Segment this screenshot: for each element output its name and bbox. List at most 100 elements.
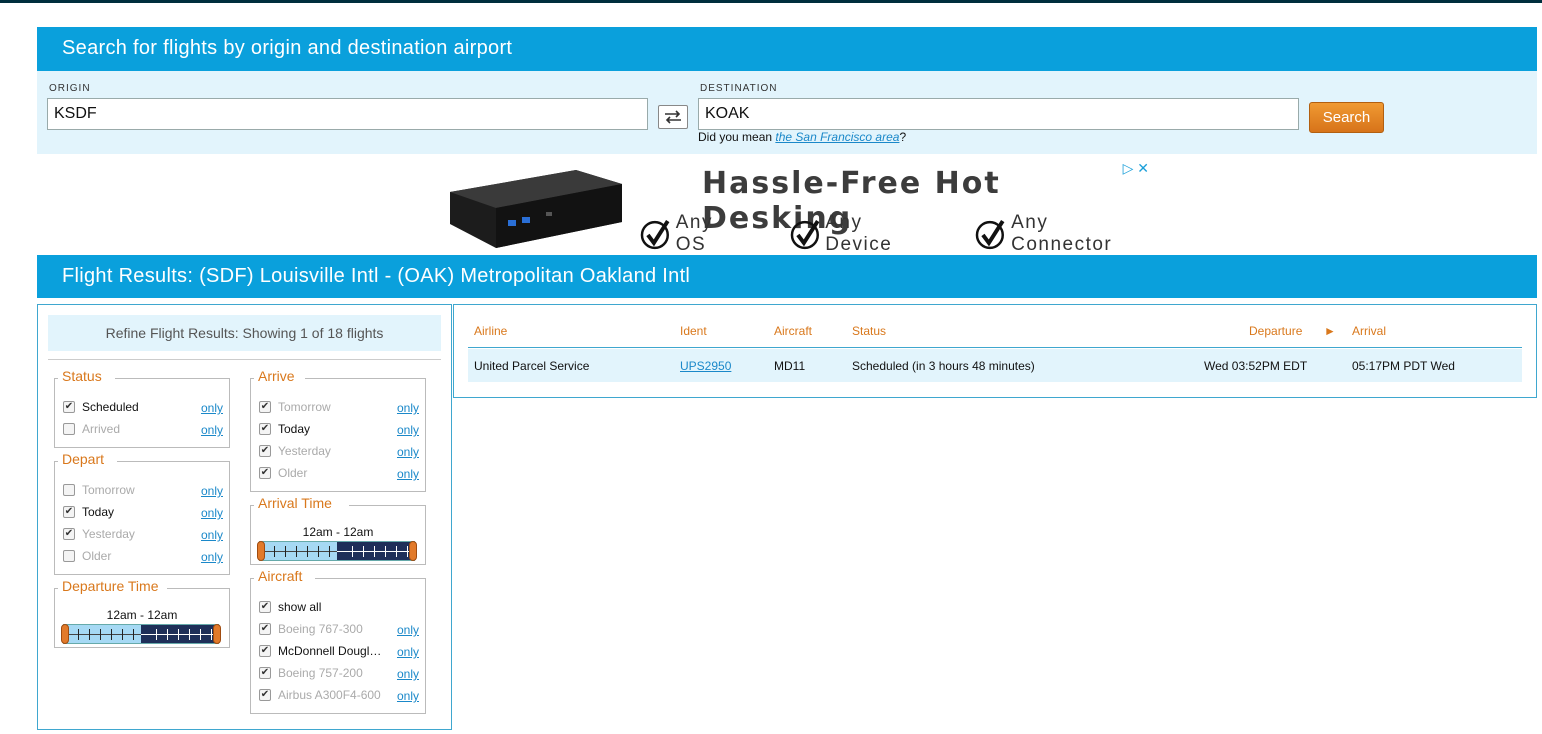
filter-option-label: Boeing 757-200	[278, 666, 363, 680]
checkbox-unchecked-icon[interactable]	[63, 423, 75, 435]
filter-option-aircraft[interactable]: ✔ McDonnell Dougl…	[259, 642, 381, 660]
column-header-arrival[interactable]: Arrival	[1352, 324, 1386, 338]
checkbox-checked-icon[interactable]: ✔	[63, 528, 75, 540]
swap-button[interactable]	[658, 105, 688, 129]
checkmark-circle-icon	[976, 220, 1005, 250]
filter-option-label: show all	[278, 600, 322, 614]
cell-arrival: 05:17PM PDT Wed	[1352, 359, 1455, 373]
cell-status: Scheduled (in 3 hours 48 minutes)	[852, 359, 1035, 373]
only-link[interactable]: only	[201, 401, 223, 415]
checkbox-checked-icon[interactable]: ✔	[259, 445, 271, 457]
slider-handle-end[interactable]	[213, 624, 221, 644]
filter-option-label: Arrived	[82, 422, 121, 436]
filter-option-label: Airbus A300F4-600	[278, 688, 381, 702]
checkbox-checked-icon[interactable]: ✔	[259, 689, 271, 701]
cell-departure: Wed 03:52PM EDT	[1204, 359, 1308, 373]
column-header-aircraft[interactable]: Aircraft	[774, 324, 812, 338]
only-link[interactable]: only	[201, 528, 223, 542]
filter-option-aircraft[interactable]: ✔ Boeing 767-300	[259, 620, 363, 638]
ad-feature-label: Any Device	[825, 212, 893, 255]
search-button[interactable]: Search	[1309, 102, 1384, 133]
arrive-filter-title: Arrive	[255, 368, 298, 384]
only-link[interactable]: only	[397, 401, 419, 415]
checkbox-unchecked-icon[interactable]	[63, 550, 75, 562]
arrival-time-filter: Arrival Time 12am - 12am	[250, 495, 426, 565]
only-link[interactable]: only	[201, 484, 223, 498]
checkbox-checked-icon[interactable]: ✔	[259, 401, 271, 413]
column-header-status[interactable]: Status	[852, 324, 886, 338]
checkbox-unchecked-icon[interactable]	[63, 484, 75, 496]
filter-option-scheduled[interactable]: ✔ Scheduled	[63, 398, 139, 416]
status-filter: Status ✔ Scheduled only Arrived only	[54, 368, 230, 448]
divider	[48, 359, 441, 360]
filter-option-tomorrow[interactable]: Tomorrow	[63, 481, 135, 499]
filter-option-label: Older	[278, 466, 308, 480]
filter-option-older[interactable]: Older	[63, 547, 111, 565]
filter-option-label: McDonnell Dougl…	[278, 644, 382, 658]
checkbox-checked-icon[interactable]: ✔	[259, 467, 271, 479]
filter-option-yesterday[interactable]: ✔ Yesterday	[63, 525, 135, 543]
status-filter-title: Status	[59, 368, 105, 384]
column-header-departure[interactable]: Departure	[1249, 324, 1302, 338]
filter-option-aircraft[interactable]: ✔ Airbus A300F4-600	[259, 686, 381, 704]
departure-time-slider[interactable]	[61, 624, 221, 644]
only-link[interactable]: only	[201, 550, 223, 564]
only-link[interactable]: only	[397, 645, 419, 659]
filter-option-label: Tomorrow	[278, 400, 331, 414]
checkbox-checked-icon[interactable]: ✔	[259, 645, 271, 657]
ad-choices-icon[interactable]: ▷ ✕	[1123, 160, 1149, 177]
only-link[interactable]: only	[201, 506, 223, 520]
cell-aircraft: MD11	[774, 359, 806, 373]
arrival-time-slider[interactable]	[257, 541, 417, 561]
column-header-ident[interactable]: Ident	[680, 324, 707, 338]
divider	[468, 347, 1522, 348]
only-link[interactable]: only	[201, 423, 223, 437]
filter-option-arrived[interactable]: Arrived	[63, 420, 120, 438]
checkbox-checked-icon[interactable]: ✔	[259, 601, 271, 613]
checkbox-checked-icon[interactable]: ✔	[63, 401, 75, 413]
slider-handle-start[interactable]	[61, 624, 69, 644]
cell-airline: United Parcel Service	[474, 359, 590, 373]
column-header-airline[interactable]: Airline	[474, 324, 507, 338]
cell-ident-link[interactable]: UPS2950	[680, 359, 731, 373]
refine-title: Refine Flight Results: Showing 1 of 18 f…	[48, 315, 441, 351]
checkbox-checked-icon[interactable]: ✔	[259, 623, 271, 635]
aircraft-filter-title: Aircraft	[255, 568, 306, 584]
docking-station-image	[450, 170, 622, 248]
destination-input[interactable]	[698, 98, 1299, 130]
slider-handle-start[interactable]	[257, 541, 265, 561]
filter-option-tomorrow[interactable]: ✔ Tomorrow	[259, 398, 331, 416]
suggestion-suffix: ?	[899, 130, 907, 144]
filter-option-today[interactable]: ✔ Today	[259, 420, 310, 438]
ad-feature: Any Device	[790, 212, 936, 256]
only-link[interactable]: only	[397, 445, 419, 459]
depart-filter-title: Depart	[59, 451, 108, 467]
slider-handle-end[interactable]	[409, 541, 417, 561]
only-link[interactable]: only	[397, 667, 419, 681]
table-row[interactable]: United Parcel Service UPS2950 MD11 Sched…	[468, 349, 1522, 382]
arrival-time-range: 12am - 12am	[302, 525, 374, 539]
only-link[interactable]: only	[397, 467, 419, 481]
filter-option-show-all[interactable]: ✔ show all	[259, 598, 321, 616]
suggestion-link[interactable]: the San Francisco area	[775, 130, 899, 144]
origin-input[interactable]	[47, 98, 648, 130]
filter-option-label: Boeing 767-300	[278, 622, 363, 636]
filter-option-label: Scheduled	[82, 400, 139, 414]
swap-icon	[665, 110, 681, 124]
checkbox-checked-icon[interactable]: ✔	[259, 667, 271, 679]
suggestion-text: Did you mean the San Francisco area?	[698, 130, 906, 144]
advertisement[interactable]: Hassle-Free Hot Desking Any OS Any Devic…	[440, 156, 1155, 256]
filter-option-label: Yesterday	[278, 444, 331, 458]
checkbox-checked-icon[interactable]: ✔	[63, 506, 75, 518]
filter-option-label: Older	[82, 549, 112, 563]
only-link[interactable]: only	[397, 423, 419, 437]
filter-option-yesterday[interactable]: ✔ Yesterday	[259, 442, 331, 460]
filter-option-aircraft[interactable]: ✔ Boeing 757-200	[259, 664, 363, 682]
only-link[interactable]: only	[397, 623, 419, 637]
checkbox-checked-icon[interactable]: ✔	[259, 423, 271, 435]
arrive-filter: Arrive ✔ Tomorrow only ✔ Today only ✔ Yeste…	[250, 368, 426, 492]
only-link[interactable]: only	[397, 689, 419, 703]
suggestion-prefix: Did you mean	[698, 130, 776, 144]
filter-option-today[interactable]: ✔ Today	[63, 503, 114, 521]
filter-option-older[interactable]: ✔ Older	[259, 464, 307, 482]
